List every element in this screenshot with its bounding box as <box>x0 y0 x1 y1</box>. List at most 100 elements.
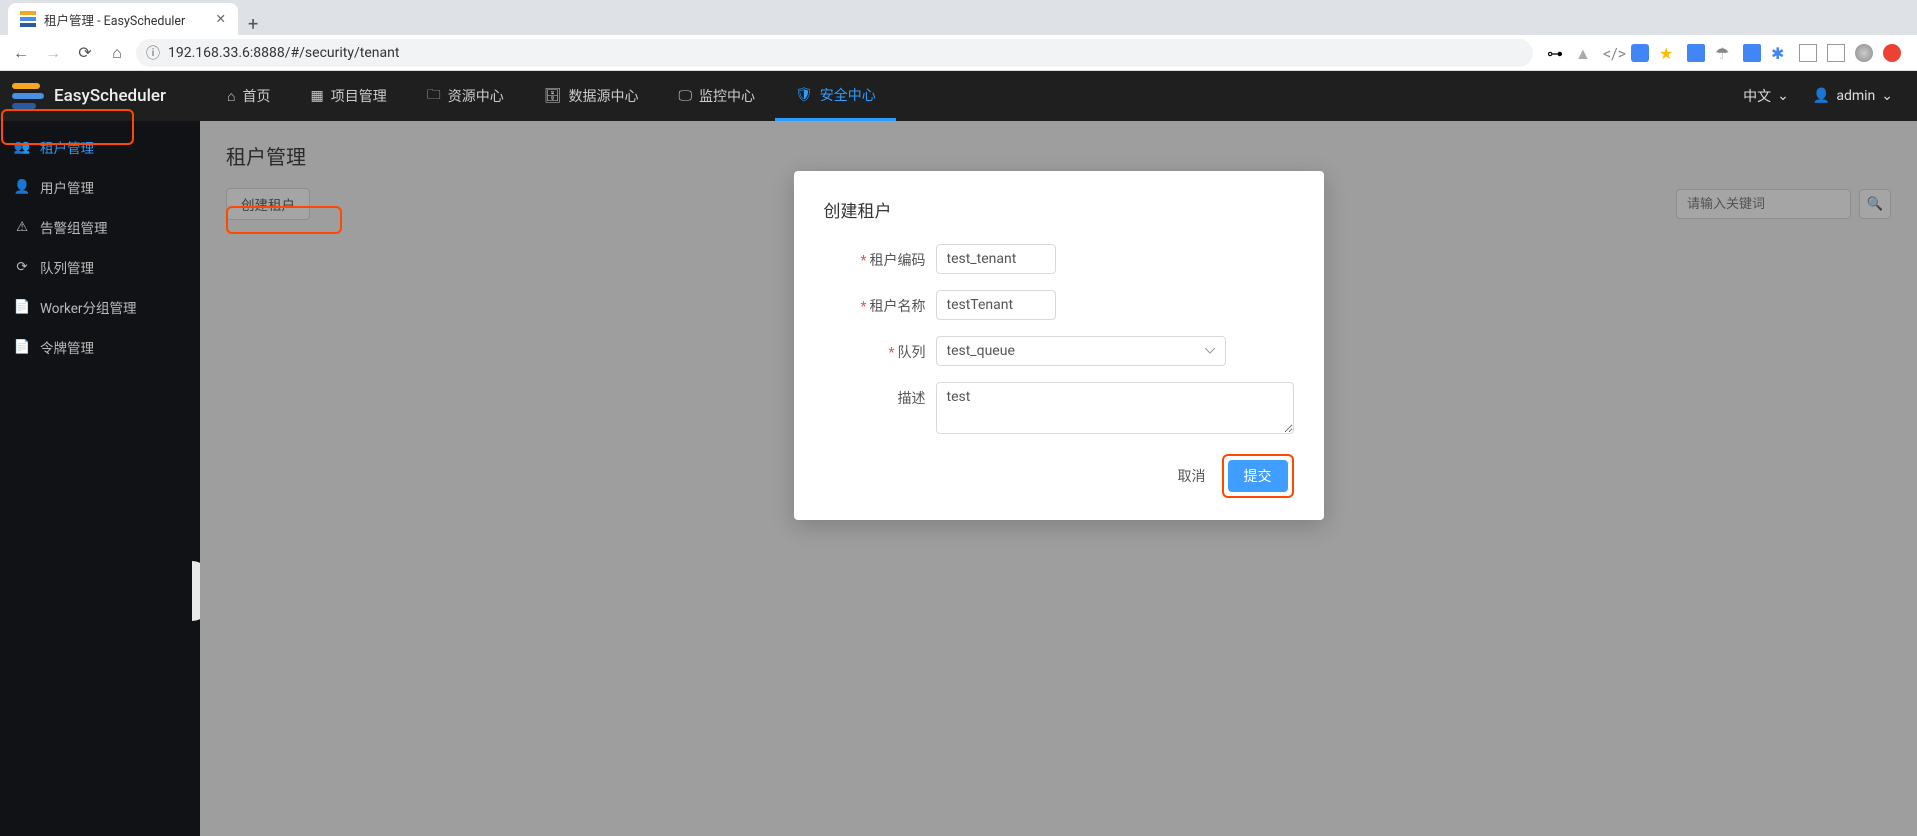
dashboard-icon: ▦ <box>310 88 323 104</box>
nav-label: 安全中心 <box>820 85 876 105</box>
ext-icon[interactable]: ▲ <box>1575 44 1593 62</box>
form-row-tenant-code: *租户编码 <box>824 244 1294 274</box>
document-icon: 📄 <box>14 339 30 355</box>
sidebar-item-label: Worker分组管理 <box>40 297 137 317</box>
sidebar-item-worker[interactable]: 📄 Worker分组管理 <box>0 287 200 327</box>
url-field[interactable]: ⓘ 192.168.33.6:8888/#/security/tenant <box>136 39 1533 67</box>
form-row-queue: *队列 test_queue <box>824 336 1294 366</box>
nav-security[interactable]: 🛡 安全中心 <box>775 71 896 121</box>
user-icon: 👤 <box>1813 88 1830 104</box>
sidebar-item-alarm[interactable]: ⚠ 告警组管理 <box>0 207 200 247</box>
new-tab-button[interactable]: + <box>238 14 268 35</box>
ext-icon[interactable] <box>1827 44 1845 62</box>
key-icon[interactable]: ⊶ <box>1547 44 1565 62</box>
sidebar-item-token[interactable]: 📄 令牌管理 <box>0 327 200 367</box>
nav-label: 首页 <box>242 86 270 106</box>
address-bar: ← → ⟳ ⌂ ⓘ 192.168.33.6:8888/#/security/t… <box>0 35 1917 71</box>
app-topbar: EasyScheduler ⌂ 首页 ▦ 项目管理 🗀 资源中心 🗄 数据源中心 🖵 监控… <box>0 71 1917 121</box>
file-plus-icon: 📄 <box>14 299 30 315</box>
lang-label: 中文 <box>1743 86 1771 106</box>
ext-icon[interactable] <box>1883 44 1901 62</box>
tenant-name-input[interactable] <box>936 290 1056 320</box>
main-content: 租户管理 创建租户 🔍 创建租户 *租户编码 *租户名称 <box>200 121 1917 836</box>
database-icon: 🗄 <box>544 88 562 104</box>
browser-chrome: 租户管理 - EasyScheduler ✕ + ← → ⟳ ⌂ ⓘ 192.1… <box>0 0 1917 71</box>
dialog-title: 创建租户 <box>824 197 1294 222</box>
nav-monitor[interactable]: 🖵 监控中心 <box>658 71 775 121</box>
tab-close-icon[interactable]: ✕ <box>216 11 226 27</box>
chevron-down-icon: ⌄ <box>1777 88 1789 104</box>
sidebar-item-label: 用户管理 <box>40 177 94 197</box>
modal-overlay[interactable]: 创建租户 *租户编码 *租户名称 *队列 test_queue 描 <box>200 121 1917 836</box>
field-label: 租户编码 <box>870 253 926 269</box>
top-right-controls: 中文 ⌄ 👤 admin ⌄ <box>1743 86 1917 106</box>
nav-label: 资源中心 <box>448 86 504 106</box>
nav-resource[interactable]: 🗀 资源中心 <box>407 71 524 121</box>
sidebar-item-label: 队列管理 <box>40 257 94 277</box>
sidebar-item-user[interactable]: 👤用户管理 <box>0 167 200 207</box>
brand[interactable]: EasyScheduler <box>12 83 207 109</box>
create-tenant-dialog: 创建租户 *租户编码 *租户名称 *队列 test_queue 描 <box>794 171 1324 520</box>
shield-icon: 🛡 <box>795 87 813 103</box>
nav-label: 数据源中心 <box>568 86 638 106</box>
tab-strip: 租户管理 - EasyScheduler ✕ + <box>0 0 1917 35</box>
form-row-description: 描述 <box>824 382 1294 438</box>
users-icon: 👥 <box>14 139 30 155</box>
tab-title: 租户管理 - EasyScheduler <box>44 10 208 29</box>
ext-icon[interactable] <box>1799 44 1817 62</box>
tenant-code-input[interactable] <box>936 244 1056 274</box>
nav-forward-icon[interactable]: → <box>40 40 66 66</box>
nav-reload-icon[interactable]: ⟳ <box>72 40 98 66</box>
tab-favicon-icon <box>20 11 36 27</box>
ext-icon[interactable]: ☂ <box>1715 44 1733 62</box>
ext-icon[interactable] <box>1631 44 1649 62</box>
sidebar-item-label: 租户管理 <box>40 137 94 157</box>
extension-icons: ⊶ ▲ </> ★ ☂ ✱ <box>1539 44 1909 62</box>
sidebar-item-label: 告警组管理 <box>40 217 108 237</box>
sidebar-item-tenant[interactable]: 👥 租户管理 <box>0 127 200 167</box>
ext-icon[interactable]: ✱ <box>1771 44 1789 62</box>
nav-datasource[interactable]: 🗄 数据源中心 <box>524 71 659 121</box>
avatar-icon[interactable] <box>1855 44 1873 62</box>
submit-button[interactable]: 提交 <box>1228 460 1288 492</box>
nav-home-icon[interactable]: ⌂ <box>104 40 130 66</box>
brand-logo-icon <box>12 83 44 109</box>
dialog-actions: 取消 提交 <box>824 454 1294 498</box>
nav-label: 项目管理 <box>331 86 387 106</box>
sidebar-item-label: 令牌管理 <box>40 337 94 357</box>
field-label: 租户名称 <box>870 299 926 315</box>
description-textarea[interactable] <box>936 382 1294 434</box>
translate-icon[interactable] <box>1687 44 1705 62</box>
nav-project[interactable]: ▦ 项目管理 <box>290 71 406 121</box>
devtools-icon[interactable]: </> <box>1603 44 1621 62</box>
bookmark-star-icon[interactable]: ★ <box>1659 44 1677 62</box>
nav-back-icon[interactable]: ← <box>8 40 34 66</box>
brand-text: EasyScheduler <box>54 86 166 106</box>
queue-select[interactable]: test_queue <box>936 336 1226 366</box>
home-icon: ⌂ <box>227 88 235 105</box>
url-text: 192.168.33.6:8888/#/security/tenant <box>168 45 399 61</box>
warning-icon: ⚠ <box>14 219 30 235</box>
required-mark: * <box>888 345 894 361</box>
field-label: 队列 <box>898 345 926 361</box>
sidebar-item-queue[interactable]: ⟳队列管理 <box>0 247 200 287</box>
nav-home[interactable]: ⌂ 首页 <box>207 71 290 121</box>
required-mark: * <box>860 299 866 315</box>
app-root: EasyScheduler ⌂ 首页 ▦ 项目管理 🗀 资源中心 🗄 数据源中心 🖵 监控… <box>0 71 1917 836</box>
site-info-icon[interactable]: ⓘ <box>146 43 160 63</box>
chevron-down-icon: ⌄ <box>1881 88 1893 104</box>
top-nav: ⌂ 首页 ▦ 项目管理 🗀 资源中心 🗄 数据源中心 🖵 监控中心 🛡 安全中心 <box>207 71 896 121</box>
sidebar: 👥 租户管理 👤用户管理 ⚠ 告警组管理 ⟳队列管理 📄 Worker分组管理 📄 令牌… <box>0 121 200 836</box>
field-label: 描述 <box>898 391 926 407</box>
user-label: admin <box>1836 88 1875 104</box>
app-body: 👥 租户管理 👤用户管理 ⚠ 告警组管理 ⟳队列管理 📄 Worker分组管理 📄 令牌… <box>0 121 1917 836</box>
user-menu[interactable]: 👤 admin ⌄ <box>1813 88 1893 104</box>
cancel-button[interactable]: 取消 <box>1178 466 1206 486</box>
nav-label: 监控中心 <box>699 86 755 106</box>
ext-icon[interactable] <box>1743 44 1761 62</box>
required-mark: * <box>860 253 866 269</box>
folder-icon: 🗀 <box>427 84 441 108</box>
monitor-icon: 🖵 <box>678 88 692 104</box>
browser-tab[interactable]: 租户管理 - EasyScheduler ✕ <box>8 3 238 35</box>
lang-switch[interactable]: 中文 ⌄ <box>1743 86 1789 106</box>
